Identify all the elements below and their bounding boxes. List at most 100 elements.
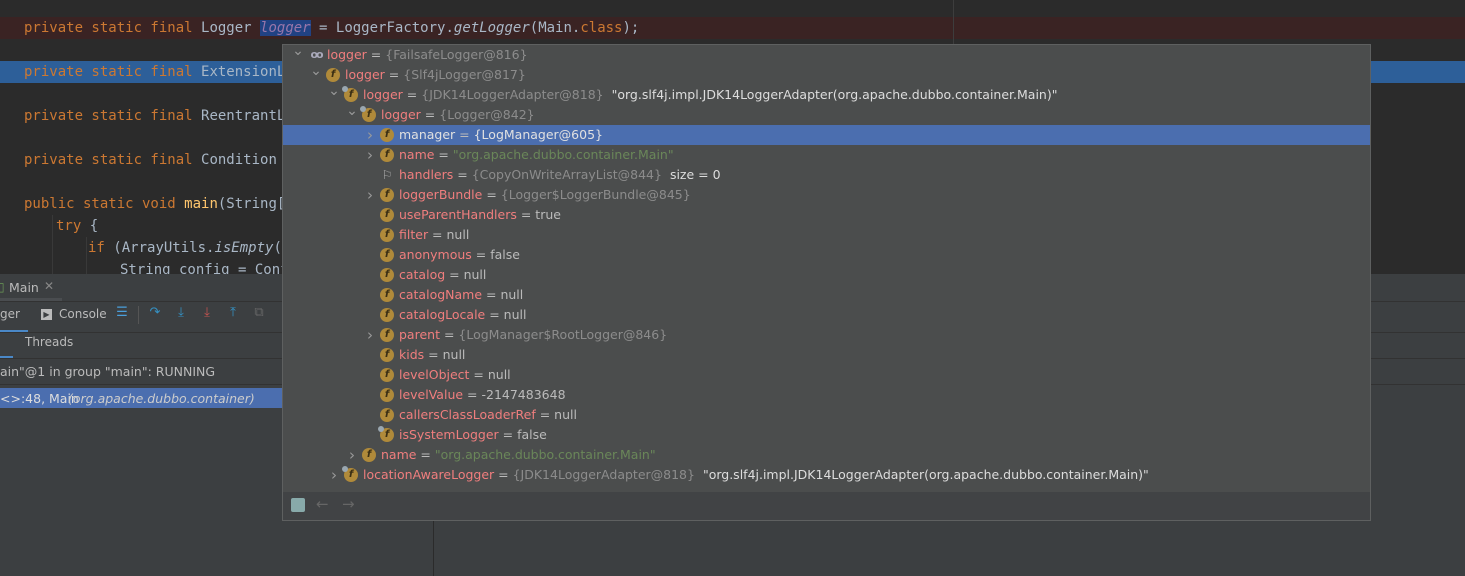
variable-name: levelValue <box>399 387 464 402</box>
step-into-icon[interactable]: ⤓ <box>174 306 188 320</box>
chevron-down-icon[interactable]: ⌄ <box>310 61 322 81</box>
layout-menu-icon[interactable]: ☰ <box>115 306 129 320</box>
variable-value: {CopyOnWriteArrayList@844} <box>471 167 662 182</box>
equals-sign: = <box>416 447 435 462</box>
step-over-icon[interactable]: ↷ <box>148 306 162 320</box>
chevron-right-icon[interactable]: › <box>364 125 376 145</box>
code-token: private static final <box>24 64 202 80</box>
field-icon: f <box>380 208 394 222</box>
field-icon: f <box>380 348 394 362</box>
field-icon: f <box>380 308 394 322</box>
drop-frame-icon[interactable]: ⧉ <box>252 306 266 320</box>
chevron-right-icon[interactable]: › <box>364 325 376 345</box>
tree-row[interactable]: f anonymous = false <box>283 245 1370 265</box>
tree-row[interactable]: f levelValue = -2147483648 <box>283 385 1370 405</box>
step-out-icon[interactable]: ⤒ <box>226 306 240 320</box>
tree-row[interactable]: › f name = "org.apache.dubbo.container.Mai… <box>283 145 1370 165</box>
tree-row[interactable]: › f loggerBundle = {Logger$LoggerBundle@84… <box>283 185 1370 205</box>
tree-row[interactable]: f callersClassLoaderRef = null <box>283 405 1370 425</box>
variable-extra: "org.slf4j.impl.JDK14LoggerAdapter(org.a… <box>611 87 1058 102</box>
force-step-into-icon[interactable]: ⤓ <box>200 306 214 320</box>
tree-row[interactable]: › f manager = {LogManager@605} <box>283 125 1370 145</box>
thread-selector[interactable]: ain"@1 in group "main": RUNNING <box>0 364 215 379</box>
tree-row[interactable]: f useParentHandlers = true <box>283 205 1370 225</box>
equals-sign: = <box>471 247 491 262</box>
tab-main[interactable]: Main <box>9 280 39 295</box>
tree-row[interactable]: f catalogLocale = null <box>283 305 1370 325</box>
chevron-right-icon[interactable]: › <box>328 465 340 485</box>
variable-value: {Slf4jLogger@817} <box>403 67 526 82</box>
code-token: ); <box>622 20 640 36</box>
tree-row[interactable]: f catalog = null <box>283 265 1370 285</box>
field-icon: f <box>362 448 376 462</box>
tree-row[interactable]: f kids = null <box>283 345 1370 365</box>
tree-row[interactable]: ⌄ f logger = {Slf4jLogger@817} <box>283 63 1370 85</box>
back-icon[interactable]: ← <box>316 495 329 513</box>
tab-threads[interactable]: Threads <box>25 335 73 349</box>
tree-row[interactable]: › f locationAwareLogger = {JDK14LoggerAdap… <box>283 465 1370 485</box>
equals-sign: = <box>455 127 474 142</box>
variable-name: levelObject <box>399 367 470 382</box>
code-token: try <box>56 218 90 234</box>
chevron-down-icon[interactable]: ⌄ <box>328 81 340 101</box>
variable-name: logger <box>363 87 403 102</box>
equals-sign: = <box>402 87 422 102</box>
variable-name: catalogName <box>399 287 483 302</box>
field-icon: f <box>380 188 394 202</box>
tree-row[interactable]: f levelObject = null <box>283 365 1370 385</box>
equals-sign: = <box>453 167 472 182</box>
tree-row[interactable]: › f name = "org.apache.dubbo.container.Mai… <box>283 445 1370 465</box>
tree-row[interactable]: ⌄ oo logger = {FailsafeLogger@816} <box>283 43 1370 65</box>
equals-sign: = <box>494 467 513 482</box>
indent-guide <box>52 215 53 275</box>
tree-row[interactable]: f filter = null <box>283 225 1370 245</box>
code-line: private static final Logger logger = Log… <box>24 17 639 39</box>
variable-name: anonymous <box>399 247 472 262</box>
tab-console[interactable]: Console <box>59 307 107 321</box>
code-token: = LoggerFactory. <box>310 20 454 36</box>
variable-value: {Logger$LoggerBundle@845} <box>500 187 691 202</box>
code-token: private static final <box>24 152 202 168</box>
tree-row[interactable]: f isSystemLogger = false <box>283 425 1370 445</box>
close-tab-icon[interactable]: ✕ <box>44 279 54 293</box>
chevron-down-icon[interactable]: ⌄ <box>346 101 358 121</box>
field-icon: f <box>380 328 394 342</box>
variable-value: null <box>463 267 487 282</box>
tree-row[interactable]: ⌄ f logger = {JDK14LoggerAdapter@818} "org… <box>283 83 1370 105</box>
equals-sign: = <box>482 187 501 202</box>
variable-value: null <box>446 227 470 242</box>
chevron-right-icon[interactable]: › <box>364 145 376 165</box>
tree-row[interactable]: f catalogName = null <box>283 285 1370 305</box>
variable-value: {JDK14LoggerAdapter@818} <box>512 467 695 482</box>
variable-name: locationAwareLogger <box>363 467 495 482</box>
equals-sign: = <box>445 267 464 282</box>
forward-icon[interactable]: → <box>342 495 355 513</box>
chevron-right-icon[interactable]: › <box>346 445 358 465</box>
variable-value: null <box>442 347 466 362</box>
variable-value: -2147483648 <box>481 387 566 402</box>
final-field-icon: f <box>342 86 358 102</box>
variable-name: filter <box>399 227 429 242</box>
tab-debugger[interactable]: ger <box>0 307 20 321</box>
variable-inspection-popup: ⌄ oo logger = {FailsafeLogger@816} ⌄ f logger… <box>282 43 1371 521</box>
field-icon: f <box>380 408 394 422</box>
field-icon: f <box>326 68 340 82</box>
chevron-down-icon[interactable]: ⌄ <box>292 41 304 61</box>
variable-name: name <box>381 447 417 462</box>
flag-icon: ⚐ <box>381 168 393 182</box>
tree-row[interactable]: ⌄ f logger = {Logger@842} <box>283 103 1370 125</box>
variable-name: manager <box>399 127 456 142</box>
equals-sign: = <box>420 107 440 122</box>
code-token: (Main. <box>529 20 581 36</box>
equals-sign: = <box>485 307 504 322</box>
frame-package: (org.apache.dubbo.container) <box>68 391 255 406</box>
chevron-right-icon[interactable]: › <box>364 185 376 205</box>
variable-name: logger <box>327 47 367 62</box>
toolbar-separator <box>138 306 139 324</box>
tree-row[interactable]: › f parent = {LogManager$RootLogger@846} <box>283 325 1370 345</box>
open-in-variables-icon[interactable] <box>291 498 305 512</box>
equals-sign: = <box>469 367 488 382</box>
variable-name: useParentHandlers <box>399 207 517 222</box>
variable-value: {Logger@842} <box>439 107 535 122</box>
tree-row[interactable]: ⚐ handlers = {CopyOnWriteArrayList@844} s… <box>283 165 1370 185</box>
